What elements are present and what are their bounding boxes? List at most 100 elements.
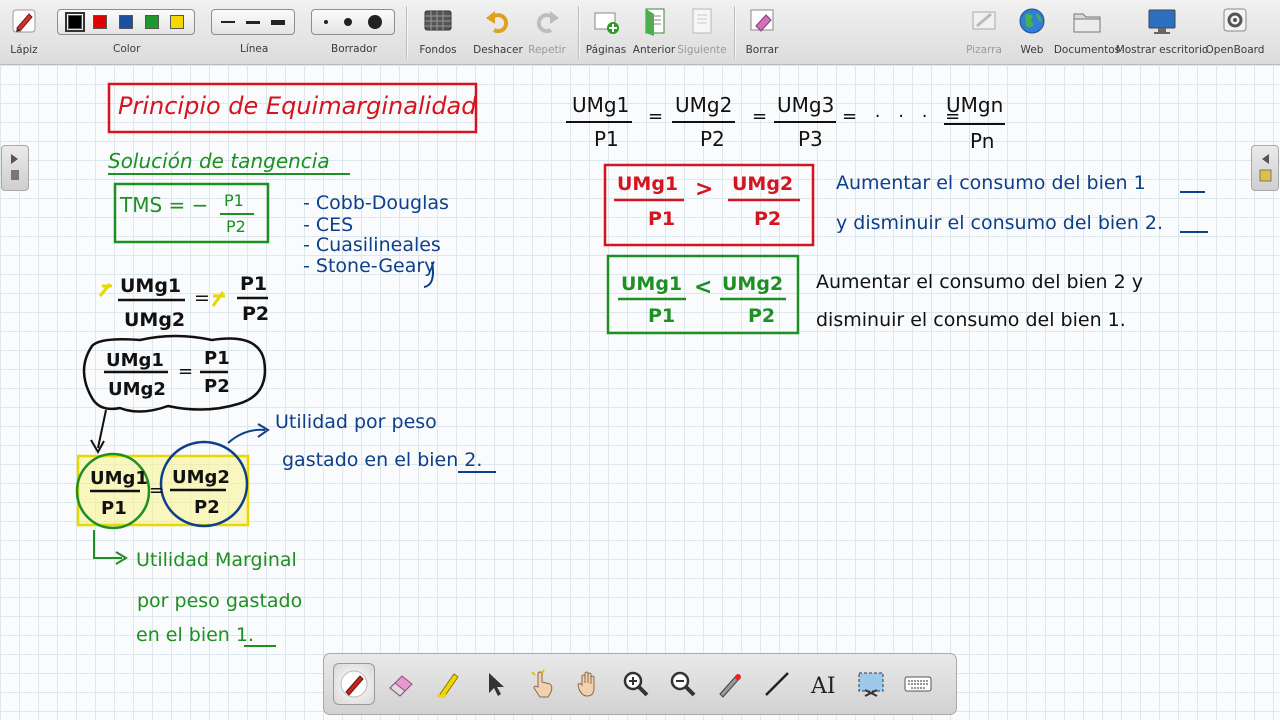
eq1-equals: = [194, 287, 210, 309]
green-note-2: disminuir el consumo del bien 1. [816, 309, 1126, 331]
color-swatch-black[interactable] [64, 12, 85, 32]
tool-dock: AI [323, 653, 957, 715]
line-thin[interactable] [221, 21, 236, 23]
color-swatch-yellow[interactable] [170, 15, 185, 29]
pencil-icon [12, 9, 36, 33]
backgrounds-button[interactable]: Fondos [418, 4, 458, 56]
eq1-rhs-num: P1 [240, 273, 267, 295]
gen-tn-num: UMgn [946, 93, 1003, 117]
openboard-menu-button[interactable]: OpenBoard [1206, 4, 1264, 56]
line-thick[interactable] [270, 19, 285, 25]
zoom-in-button[interactable] [615, 663, 657, 705]
red-note-1: Aumentar el consumo del bien 1 [836, 172, 1146, 194]
highlighter-tool-button[interactable] [427, 663, 469, 705]
green-rhs-den: P2 [748, 305, 775, 327]
cancel-mark [211, 291, 225, 307]
gen-tn-den: Pn [970, 129, 994, 153]
select-tool-button[interactable] [474, 663, 516, 705]
red-operator: > [695, 177, 713, 202]
whiteboard-button[interactable]: Pizarra [964, 4, 1004, 56]
eq1-rhs-den: P2 [242, 303, 269, 325]
capture-tool-button[interactable] [850, 663, 892, 705]
line-icon [765, 672, 789, 696]
note-green-3: en el bien 1. [136, 624, 254, 646]
whiteboard-icon [972, 11, 996, 30]
line-width-selector[interactable] [211, 9, 295, 35]
green-operator: < [694, 275, 712, 300]
pencil-tool[interactable]: Lápiz [6, 4, 42, 56]
eq3-lhs-den: P1 [101, 498, 127, 519]
gen-t3-den: P3 [798, 127, 823, 151]
eq2-rhs-num: P1 [204, 348, 230, 369]
svg-text:AI: AI [810, 674, 836, 699]
keyboard-icon [904, 676, 932, 692]
green-lhs-num: UMg1 [621, 273, 682, 295]
background-grid-icon [424, 10, 452, 31]
board-title: Principio de Equimarginalidad [118, 92, 477, 120]
documents-button[interactable]: Documentos [1054, 4, 1120, 56]
eraser-size-selector[interactable] [311, 9, 395, 35]
pen-tool-button[interactable] [333, 663, 375, 705]
previous-page-button[interactable]: Anterior [633, 4, 675, 56]
clear-page-icon [750, 9, 774, 32]
web-button[interactable]: Web [1012, 4, 1052, 56]
note-green-1: Utilidad Marginal [136, 549, 297, 571]
line-tool-button[interactable] [756, 663, 798, 705]
red-lhs-num: UMg1 [617, 173, 678, 195]
red-lhs-den: P1 [648, 208, 675, 230]
eraser-small[interactable] [324, 20, 328, 24]
zoom-out-button[interactable] [662, 663, 704, 705]
undo-button[interactable]: Deshacer [473, 4, 523, 56]
pen-icon [340, 670, 368, 698]
fn-ces: - CES [303, 214, 353, 236]
color-swatch-red[interactable] [93, 15, 108, 29]
eq2-equals: = [178, 361, 193, 382]
show-desktop-button[interactable]: Mostrar escritorio [1116, 4, 1208, 56]
next-page-icon [692, 8, 712, 34]
gen-t3-num: UMg3 [777, 93, 834, 117]
eq1-lhs-num: UMg1 [120, 275, 181, 297]
eq3-lhs-num: UMg1 [90, 468, 148, 489]
globe-icon [1019, 8, 1045, 34]
ink-layer: Principio de Equimarginalidad Solución d… [75, 82, 1208, 647]
monitor-icon [1148, 9, 1176, 34]
laser-pointer-button[interactable] [709, 663, 751, 705]
separator [734, 6, 736, 58]
color-label: Color [113, 43, 141, 55]
gear-icon [1223, 8, 1247, 32]
color-palette[interactable] [57, 9, 195, 35]
eq1-lhs-den: UMg2 [124, 309, 185, 331]
eq2-lhs-den: UMg2 [108, 379, 166, 400]
eraser-large[interactable] [368, 15, 382, 29]
gen-eq-2: = [752, 106, 767, 127]
separator [578, 6, 580, 58]
pages-button[interactable]: Páginas [586, 4, 626, 56]
eq2-lhs-num: UMg1 [106, 350, 164, 371]
green-lhs-den: P1 [648, 305, 675, 327]
eq2-rhs-den: P2 [204, 376, 230, 397]
note-green-2: por peso gastado [137, 590, 302, 612]
color-swatch-green[interactable] [144, 15, 159, 29]
interact-tool-button[interactable] [521, 663, 563, 705]
virtual-keyboard-button[interactable] [897, 663, 939, 705]
line-medium[interactable] [245, 20, 260, 24]
gen-t1-den: P1 [594, 127, 619, 151]
next-page-button[interactable]: Siguiente [677, 4, 727, 56]
tms-lhs: TMS = − [119, 193, 208, 217]
clear-button[interactable]: Borrar [742, 4, 782, 56]
eraser-medium[interactable] [344, 18, 352, 26]
whiteboard-canvas[interactable]: Principio de Equimarginalidad Solución d… [0, 65, 1280, 720]
red-rhs-den: P2 [754, 208, 781, 230]
text-tool-button[interactable]: AI [803, 663, 845, 705]
arrow-down [97, 409, 107, 449]
eq3-rhs-num: UMg2 [172, 467, 230, 488]
laser-pointer-icon [719, 674, 741, 698]
highlighter-icon [437, 673, 459, 698]
eraser-tool-button[interactable] [380, 663, 422, 705]
color-swatch-blue[interactable] [118, 15, 133, 29]
red-rhs-num: UMg2 [732, 173, 793, 195]
green-note-1: Aumentar el consumo del bien 2 y [816, 271, 1143, 293]
hand-tool-button[interactable] [568, 663, 610, 705]
line-label: Línea [240, 43, 269, 55]
redo-button[interactable]: Repetir [527, 4, 567, 56]
